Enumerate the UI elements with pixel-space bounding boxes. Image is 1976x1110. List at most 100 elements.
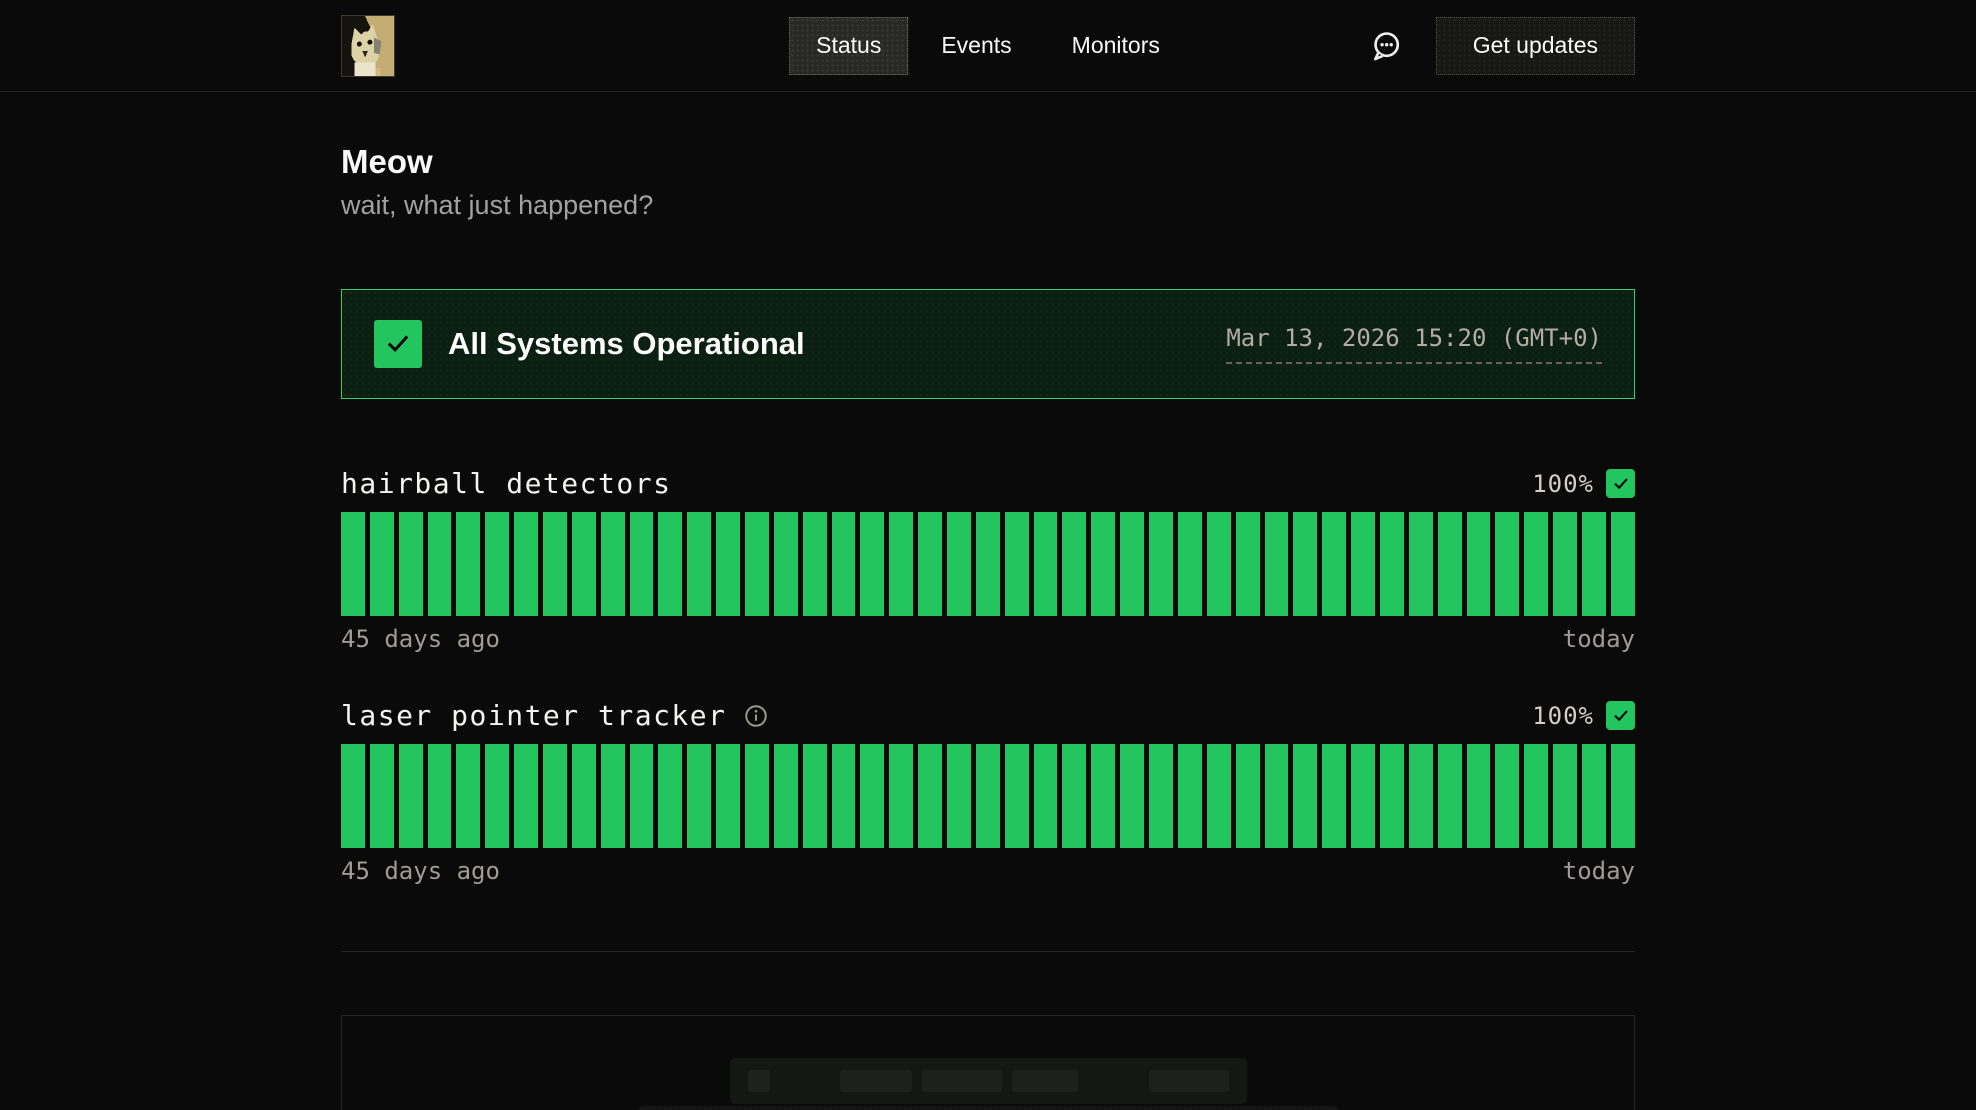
uptime-bar[interactable] xyxy=(1293,744,1317,848)
uptime-bar[interactable] xyxy=(745,512,769,616)
uptime-bar[interactable] xyxy=(774,744,798,848)
tab-events[interactable]: Events xyxy=(914,17,1038,75)
uptime-bar[interactable] xyxy=(428,744,452,848)
uptime-bar[interactable] xyxy=(1034,512,1058,616)
uptime-bar[interactable] xyxy=(1495,744,1519,848)
uptime-bar[interactable] xyxy=(1265,744,1289,848)
uptime-bar[interactable] xyxy=(1409,512,1433,616)
uptime-bar[interactable] xyxy=(976,512,1000,616)
uptime-bar[interactable] xyxy=(1005,512,1029,616)
uptime-bar[interactable] xyxy=(601,512,625,616)
uptime-bar[interactable] xyxy=(1467,512,1491,616)
uptime-bar[interactable] xyxy=(1322,512,1346,616)
uptime-bar[interactable] xyxy=(687,512,711,616)
uptime-bar[interactable] xyxy=(976,744,1000,848)
uptime-bar[interactable] xyxy=(1380,512,1404,616)
uptime-bar[interactable] xyxy=(658,744,682,848)
uptime-bar[interactable] xyxy=(1207,744,1231,848)
uptime-bar[interactable] xyxy=(1178,744,1202,848)
uptime-bar[interactable] xyxy=(456,512,480,616)
uptime-bar[interactable] xyxy=(543,744,567,848)
uptime-bar[interactable] xyxy=(1062,744,1086,848)
uptime-bar[interactable] xyxy=(1524,744,1548,848)
uptime-bar[interactable] xyxy=(1553,744,1577,848)
uptime-bar[interactable] xyxy=(832,744,856,848)
uptime-bar[interactable] xyxy=(1351,512,1375,616)
uptime-bar[interactable] xyxy=(860,744,884,848)
tab-status[interactable]: Status xyxy=(789,17,908,75)
uptime-bar[interactable] xyxy=(572,744,596,848)
uptime-bar[interactable] xyxy=(1236,744,1260,848)
uptime-bar[interactable] xyxy=(658,512,682,616)
uptime-bar[interactable] xyxy=(745,744,769,848)
get-updates-button[interactable]: Get updates xyxy=(1436,17,1635,75)
uptime-bar[interactable] xyxy=(630,512,654,616)
uptime-bar[interactable] xyxy=(1120,744,1144,848)
uptime-bar[interactable] xyxy=(1582,744,1606,848)
uptime-bar[interactable] xyxy=(341,744,365,848)
uptime-bar[interactable] xyxy=(572,512,596,616)
uptime-bar[interactable] xyxy=(716,744,740,848)
site-logo[interactable] xyxy=(341,15,395,77)
uptime-bar[interactable] xyxy=(399,512,423,616)
uptime-bar[interactable] xyxy=(1005,744,1029,848)
tab-monitors[interactable]: Monitors xyxy=(1045,17,1187,75)
uptime-bar[interactable] xyxy=(601,744,625,848)
uptime-bar[interactable] xyxy=(485,744,509,848)
uptime-bar[interactable] xyxy=(1553,512,1577,616)
uptime-bar[interactable] xyxy=(1265,512,1289,616)
uptime-bar[interactable] xyxy=(1178,512,1202,616)
uptime-bar[interactable] xyxy=(456,744,480,848)
uptime-bar[interactable] xyxy=(860,512,884,616)
uptime-bar[interactable] xyxy=(1322,744,1346,848)
uptime-bar[interactable] xyxy=(1582,512,1606,616)
uptime-bar[interactable] xyxy=(1034,744,1058,848)
uptime-bar[interactable] xyxy=(1236,512,1260,616)
uptime-bar[interactable] xyxy=(889,744,913,848)
uptime-bar[interactable] xyxy=(370,512,394,616)
uptime-bar[interactable] xyxy=(1293,512,1317,616)
uptime-bar[interactable] xyxy=(1091,512,1115,616)
uptime-bar[interactable] xyxy=(1149,744,1173,848)
uptime-bar[interactable] xyxy=(803,512,827,616)
uptime-bar[interactable] xyxy=(1380,744,1404,848)
uptime-bar[interactable] xyxy=(947,744,971,848)
uptime-bar[interactable] xyxy=(1438,744,1462,848)
uptime-bar[interactable] xyxy=(832,512,856,616)
status-banner-timestamp[interactable]: Mar 13, 2026 15:20 (GMT+0) xyxy=(1226,324,1602,364)
uptime-bar[interactable] xyxy=(514,512,538,616)
uptime-bar[interactable] xyxy=(1409,744,1433,848)
uptime-bar[interactable] xyxy=(716,512,740,616)
uptime-bar[interactable] xyxy=(1611,512,1635,616)
uptime-bar[interactable] xyxy=(687,744,711,848)
uptime-bar[interactable] xyxy=(1091,744,1115,848)
uptime-bar[interactable] xyxy=(889,512,913,616)
uptime-bar[interactable] xyxy=(370,744,394,848)
uptime-bar[interactable] xyxy=(1149,512,1173,616)
uptime-bar[interactable] xyxy=(1062,512,1086,616)
uptime-bar[interactable] xyxy=(803,744,827,848)
monitor-status-checkbox[interactable] xyxy=(1606,701,1635,730)
uptime-bar[interactable] xyxy=(947,512,971,616)
uptime-bar[interactable] xyxy=(1351,744,1375,848)
uptime-bar[interactable] xyxy=(1120,512,1144,616)
uptime-bar[interactable] xyxy=(1611,744,1635,848)
uptime-bar[interactable] xyxy=(774,512,798,616)
feedback-chat-button[interactable] xyxy=(1368,28,1404,64)
uptime-bar[interactable] xyxy=(918,512,942,616)
uptime-bar[interactable] xyxy=(1495,512,1519,616)
uptime-bar[interactable] xyxy=(1438,512,1462,616)
uptime-bar[interactable] xyxy=(1467,744,1491,848)
uptime-bar[interactable] xyxy=(1207,512,1231,616)
uptime-bar[interactable] xyxy=(514,744,538,848)
uptime-bar[interactable] xyxy=(1524,512,1548,616)
uptime-bar[interactable] xyxy=(918,744,942,848)
uptime-bar[interactable] xyxy=(543,512,567,616)
uptime-bar[interactable] xyxy=(428,512,452,616)
uptime-bar[interactable] xyxy=(485,512,509,616)
uptime-bar[interactable] xyxy=(399,744,423,848)
uptime-bar[interactable] xyxy=(341,512,365,616)
monitor-info-button[interactable] xyxy=(741,701,771,731)
uptime-bar[interactable] xyxy=(630,744,654,848)
monitor-status-checkbox[interactable] xyxy=(1606,469,1635,498)
